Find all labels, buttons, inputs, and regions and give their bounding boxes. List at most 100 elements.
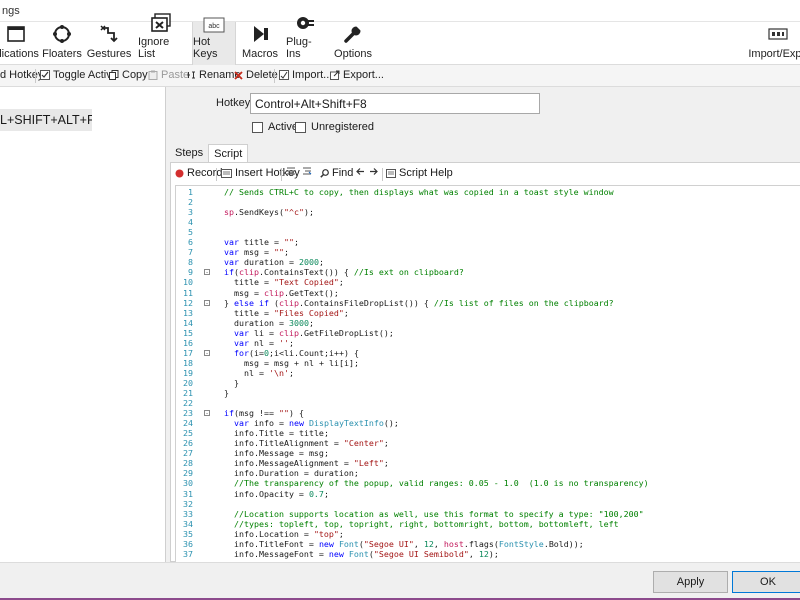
line-number: 1 (188, 187, 193, 197)
code-line: title = "Files Copied"; (233, 307, 349, 318)
active-label: Active (268, 121, 298, 133)
fold-toggle-icon[interactable]: - (204, 299, 210, 306)
search-icon (320, 168, 329, 178)
fold-toggle-icon[interactable]: - (204, 269, 210, 276)
record-icon (175, 169, 184, 177)
toolbar-divider (281, 168, 282, 181)
hotkey-toolbar: d Hotkey Toggle Active Copy Paste Rename… (0, 65, 800, 87)
import-export-icon (767, 23, 789, 45)
copy-button[interactable]: Copy (109, 69, 148, 81)
toolbar-divider (35, 69, 36, 83)
code-line: var duration = 2000; (224, 257, 324, 268)
code-line: } (214, 388, 229, 398)
wrench-icon (342, 23, 364, 45)
line-number: 10 (183, 277, 193, 288)
comment-button[interactable] (286, 167, 296, 176)
import-label: Import... (292, 69, 333, 81)
hotkey-list-item[interactable]: L+SHIFT+ALT+F8 (0, 109, 92, 131)
paste-button[interactable]: Paste (148, 69, 189, 81)
line-number: 11 (183, 287, 193, 298)
svg-text:abc: abc (208, 23, 220, 30)
forward-button[interactable] (369, 167, 378, 176)
uncomment-lines-icon (303, 167, 312, 175)
add-hotkey-button[interactable]: d Hotkey (0, 69, 43, 81)
ok-button[interactable]: OK (732, 571, 800, 593)
ribbon-hot-keys[interactable]: abc Hot Keys (192, 17, 236, 65)
script-editor[interactable]: 1 // Sends CTRL+C to copy, then displays… (175, 185, 800, 563)
tab-strip: Steps Script (170, 144, 249, 164)
back-button[interactable] (356, 167, 365, 176)
uncomment-button[interactable] (302, 167, 312, 176)
ribbon-ignore-list[interactable]: Ignore List (138, 13, 184, 65)
line-number: 24 (183, 418, 193, 429)
arrow-left-icon (356, 168, 364, 175)
line-number: 34 (183, 518, 193, 529)
line-number: 28 (183, 458, 193, 469)
ribbon: plications Floaters Gestures Ignore List… (0, 13, 800, 65)
ribbon-applications[interactable]: plications (0, 22, 39, 65)
toggle-active-button[interactable]: Toggle Active (40, 69, 118, 81)
code-line: info.Message = msg; (233, 448, 329, 459)
toggle-icon (40, 70, 50, 80)
rename-icon (187, 71, 195, 79)
ribbon-gestures[interactable]: Gestures (87, 22, 131, 65)
ribbon-floaters[interactable]: Floaters (42, 22, 82, 65)
code-line: //The transparency of the popup, valid r… (233, 478, 649, 489)
unregistered-checkbox[interactable]: Unregistered (295, 121, 374, 133)
line-number: 2 (188, 197, 193, 208)
hotkey-field[interactable]: Control+Alt+Shift+F8 (250, 93, 540, 114)
toolbar-divider (216, 168, 217, 181)
line-number: 36 (183, 538, 193, 549)
import-icon (279, 70, 289, 80)
export-button[interactable]: Export... (330, 69, 384, 81)
rename-button[interactable]: Rename (186, 69, 241, 81)
line-number: 6 (188, 237, 193, 248)
dialog-button-bar: Apply OK (0, 562, 800, 600)
import-button[interactable]: Import... (279, 69, 332, 81)
script-help-button[interactable]: Script Help (386, 167, 453, 179)
line-number: 21 (183, 388, 193, 398)
keyboard-icon: abc (203, 17, 225, 33)
find-button[interactable]: Find (320, 167, 353, 179)
line-number: 20 (183, 377, 193, 388)
ribbon-label: Options (334, 48, 372, 60)
line-number: 31 (183, 488, 193, 499)
line-number: 33 (183, 508, 193, 519)
toolbar-divider (382, 168, 383, 181)
line-number: 27 (183, 448, 193, 459)
copy-icon (109, 70, 119, 80)
line-number: 35 (183, 528, 193, 539)
ribbon-options[interactable]: Options (334, 22, 372, 65)
code-line: } else if (clip.ContainsFileDropList()) … (214, 297, 614, 308)
add-hotkey-label: d Hotkey (0, 69, 44, 81)
plugins-icon (294, 13, 316, 33)
gestures-icon (98, 23, 120, 45)
fold-toggle-icon[interactable]: - (204, 410, 210, 417)
delete-button[interactable]: Delete (234, 69, 278, 81)
code-line: info.Location = "top"; (233, 528, 344, 539)
ribbon-import-export[interactable]: Import/Expo (748, 22, 800, 65)
hotkey-list[interactable]: L+SHIFT+ALT+F8 (0, 87, 166, 562)
apply-button[interactable]: Apply (653, 571, 728, 593)
tab-script[interactable]: Script (208, 144, 249, 164)
line-number: 22 (183, 398, 193, 409)
code-line: var info = new DisplayTextInfo(); (233, 418, 399, 429)
line-number: 30 (183, 478, 193, 489)
fold-margin (202, 186, 212, 563)
tab-steps[interactable]: Steps (170, 144, 208, 162)
active-checkbox[interactable]: Active (252, 121, 298, 133)
fold-toggle-icon[interactable]: - (204, 349, 210, 356)
checkbox-box[interactable] (295, 121, 306, 133)
delete-icon (234, 70, 243, 80)
line-number: 29 (183, 468, 193, 479)
ribbon-macros[interactable]: Macros (241, 22, 279, 65)
export-label: Export... (343, 69, 384, 81)
code-line: } (214, 377, 239, 388)
checkbox-box[interactable] (252, 121, 263, 133)
code-line: info.MessageAlignment = "Left"; (233, 458, 389, 469)
ribbon-plug-ins[interactable]: Plug-Ins (286, 17, 324, 65)
line-number: 37 (183, 548, 193, 559)
line-number: 23 (183, 408, 193, 419)
line-number: 5 (188, 227, 193, 238)
ribbon-label: Hot Keys (193, 36, 218, 60)
